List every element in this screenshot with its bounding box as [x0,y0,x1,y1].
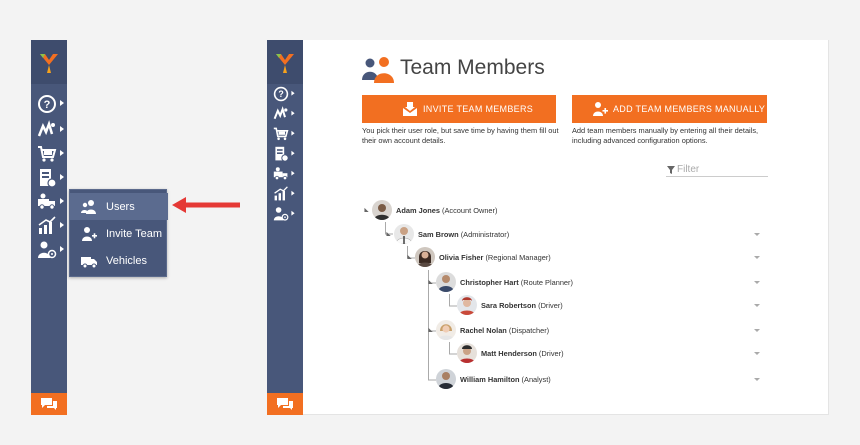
users-icon [81,200,96,214]
avatar [415,247,435,267]
svg-text:?: ? [44,99,51,111]
chevron-down-icon[interactable] [754,233,760,236]
cart-icon [273,127,289,141]
member-name: William Hamilton (Analyst) [460,375,551,384]
tree-node[interactable]: Olivia Fisher (Regional Manager) [405,247,761,269]
orders-icon [275,146,289,162]
tree-node[interactable]: Sam Brown (Administrator) [384,224,761,246]
member-name: Sam Brown (Administrator) [418,230,510,239]
analytics-menu-item[interactable] [37,216,64,238]
member-name: Christopher Hart (Route Planner) [460,278,573,287]
vehicle-icon [81,257,97,269]
team-menu-item[interactable] [37,192,64,214]
analytics-menu-item[interactable] [273,186,295,204]
member-name: Sara Robertson (Driver) [481,301,563,310]
left-sidebar: ? [31,40,67,415]
orders-menu-item[interactable] [37,168,64,190]
chat-icon [41,398,57,410]
help-circle-icon: ? [273,86,289,102]
flyout-item-invite-team[interactable]: Invite Team [70,220,168,247]
routes-icon [37,120,55,137]
avatar [436,369,456,389]
help-circle-icon: ? [38,95,56,113]
avatar [457,343,477,363]
orders-menu-item[interactable] [273,146,295,164]
tree-node[interactable]: Rachel Nolan (Dispatcher) [426,320,761,342]
tree-node[interactable]: Sara Robertson (Driver) [449,295,761,317]
team-members-panel: Team Members INVITE TEAM MEMBERS You pic… [303,40,829,415]
app-sidebar: ? [267,40,303,415]
app-logo[interactable] [267,40,303,84]
user-settings-menu-item[interactable] [37,240,64,262]
team-icon [273,167,288,181]
settings-user-icon [273,207,289,221]
app-logo[interactable] [31,40,67,84]
chat-icon [277,398,293,410]
collapse-toggle[interactable] [426,279,433,287]
tree-node[interactable]: Christopher Hart (Route Planner) [426,272,761,294]
help-menu-item[interactable]: ? [37,94,64,116]
chevron-down-icon[interactable] [754,329,760,332]
team-icon [38,193,55,210]
chevron-down-icon[interactable] [754,378,760,381]
user-settings-menu-item[interactable] [273,206,295,224]
routes-menu-item[interactable] [37,120,64,142]
collapse-toggle[interactable] [384,231,391,239]
help-menu-item[interactable]: ? [273,86,295,104]
svg-text:?: ? [278,89,283,99]
flyout-item-label: Invite Team [106,228,163,240]
tree-node[interactable]: William Hamilton (Analyst) [428,369,761,391]
avatar [372,200,392,220]
team-menu-item[interactable] [273,166,295,184]
pointer-arrow-icon [172,197,240,213]
tree-node[interactable]: Adam Jones (Account Owner) [362,200,769,222]
member-name: Adam Jones (Account Owner) [396,206,498,215]
invite-team-icon [82,227,97,241]
avatar [457,295,477,315]
flyout-item-vehicles[interactable]: Vehicles [70,247,168,274]
team-flyout-menu: Users Invite Team Vehicles [69,189,168,277]
flyout-item-label: Users [106,201,135,213]
routes-icon [273,106,288,120]
collapse-toggle[interactable] [362,207,369,215]
chevron-down-icon[interactable] [754,281,760,284]
cart-menu-item[interactable] [37,144,64,166]
member-name: Matt Henderson (Driver) [481,349,564,358]
analytics-icon [38,216,56,234]
avatar [436,272,456,292]
cart-menu-item[interactable] [273,126,295,144]
logo-icon [276,54,294,73]
orders-icon [40,169,57,188]
tree-node[interactable]: Matt Henderson (Driver) [449,343,761,365]
flyout-item-label: Vehicles [106,255,147,267]
cart-icon [38,146,57,162]
logo-icon [40,54,58,73]
chevron-down-icon[interactable] [754,352,760,355]
chat-button[interactable] [31,393,67,415]
analytics-icon [274,186,288,201]
flyout-item-users[interactable]: Users [70,193,168,220]
collapse-toggle[interactable] [405,254,412,262]
routes-menu-item[interactable] [273,106,295,124]
avatar [394,224,414,244]
member-name: Rachel Nolan (Dispatcher) [460,326,550,335]
avatar [436,320,456,340]
chevron-down-icon[interactable] [754,304,760,307]
chevron-down-icon[interactable] [754,256,760,259]
collapse-toggle[interactable] [426,327,433,335]
settings-user-icon [38,241,57,259]
member-name: Olivia Fisher (Regional Manager) [439,253,551,262]
chat-button[interactable] [267,393,303,415]
